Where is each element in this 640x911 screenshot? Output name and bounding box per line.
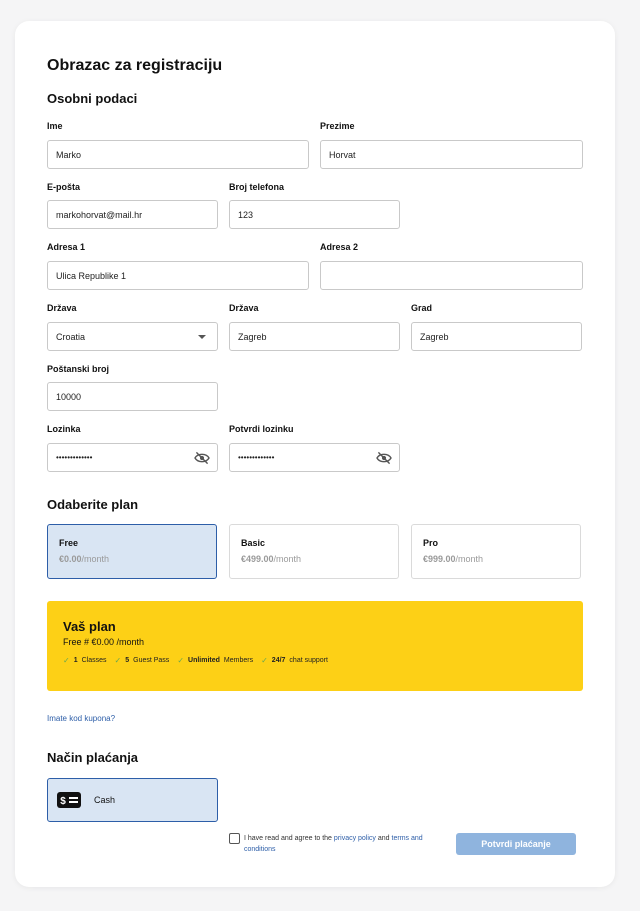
- plan-name: Pro: [423, 538, 439, 548]
- confirm-password-label: Potvrdi lozinku: [229, 424, 294, 434]
- country-label: Država: [47, 303, 77, 313]
- city-value: Zagreb: [420, 331, 449, 342]
- plan-card-pro[interactable]: Pro €999.00/month: [411, 524, 581, 579]
- plans-title: Odaberite plan: [47, 497, 139, 512]
- state-label: Država: [229, 303, 259, 313]
- phone-label: Broj telefona: [229, 182, 285, 192]
- plan-name: Basic: [241, 538, 266, 548]
- last-name-value: Horvat: [329, 149, 356, 160]
- plan-price: €499.00/month: [241, 554, 302, 564]
- check-icon: ✓: [63, 656, 70, 665]
- payment-title: Način plaćanja: [47, 750, 139, 765]
- state-input[interactable]: Zagreb: [229, 322, 400, 351]
- first-name-label: Ime: [47, 121, 63, 131]
- phone-input[interactable]: 123: [229, 200, 400, 229]
- check-icon: ✓: [114, 656, 122, 665]
- plan-summary: Vaš plan Free # €0.00 /month ✓ 1 Classes ✓…: [47, 601, 583, 691]
- plan-card-free[interactable]: Free €0.00/month: [47, 524, 217, 579]
- email-value: markohorvat@mail.hr: [56, 209, 143, 220]
- last-name-label: Prezime: [320, 121, 355, 131]
- summary-subtitle: Free # €0.00 /month: [63, 637, 145, 647]
- last-name-input[interactable]: Horvat: [320, 140, 583, 169]
- eye-off-icon[interactable]: [193, 451, 211, 465]
- plan-card-basic[interactable]: Basic €499.00/month: [229, 524, 399, 579]
- postal-value: 10000: [56, 391, 82, 402]
- password-label: Lozinka: [47, 424, 81, 434]
- plan-price: €999.00/month: [423, 554, 484, 564]
- feature-list: ✓ 1 Classes ✓ 5 Guest Pass ✓ Unlimited Members…: [63, 656, 583, 665]
- confirm-payment-button[interactable]: Potvrdi plaćanje: [456, 833, 576, 855]
- postal-label: Poštanski broj: [47, 364, 110, 374]
- phone-value: 123: [238, 209, 254, 220]
- password-value: •••••••••••••: [56, 453, 93, 462]
- privacy-policy-link[interactable]: privacy policy: [334, 835, 376, 842]
- postal-input[interactable]: 10000: [47, 382, 218, 411]
- check-icon: ✓: [177, 656, 185, 665]
- plan-price: €0.00/month: [59, 554, 110, 564]
- address1-value: Ulica Republike 1: [56, 270, 127, 281]
- svg-text:$: $: [60, 796, 66, 807]
- country-select[interactable]: Croatia: [47, 322, 218, 351]
- address1-label: Adresa 1: [47, 242, 86, 252]
- first-name-input[interactable]: Marko: [47, 140, 309, 169]
- address1-input[interactable]: Ulica Republike 1: [47, 261, 309, 290]
- first-name-value: Marko: [56, 149, 82, 160]
- feature-item: ✓ 5 Guest Pass: [114, 656, 170, 665]
- payment-method-cash[interactable]: $ Cash: [47, 778, 218, 822]
- feature-item: ✓ Unlimited Members: [177, 656, 254, 665]
- email-label: E-pošta: [47, 182, 81, 192]
- feature-item: ✓ 24/7 chat support: [261, 656, 328, 665]
- terms-checkbox[interactable]: [229, 833, 240, 844]
- address2-input[interactable]: [320, 261, 583, 290]
- state-value: Zagreb: [238, 331, 267, 342]
- feature-item: ✓ 1 Classes: [63, 656, 107, 665]
- email-input[interactable]: markohorvat@mail.hr: [47, 200, 218, 229]
- terms-text: I have read and agree to the privacy pol…: [244, 835, 423, 853]
- password-input[interactable]: •••••••••••••: [47, 443, 218, 472]
- eye-off-icon[interactable]: [375, 451, 393, 465]
- check-icon: ✓: [261, 656, 268, 665]
- payment-method-label: Cash: [94, 795, 116, 805]
- country-value: Croatia: [56, 331, 86, 342]
- address2-label: Adresa 2: [320, 242, 359, 252]
- section-personal-title: Osobni podaci: [47, 91, 138, 106]
- city-input[interactable]: Zagreb: [411, 322, 582, 351]
- confirm-password-input[interactable]: •••••••••••••: [229, 443, 400, 472]
- coupon-link[interactable]: Imate kod kupona?: [47, 714, 115, 723]
- summary-title: Vaš plan: [63, 619, 116, 634]
- chevron-down-icon: [198, 334, 206, 339]
- city-label: Grad: [411, 303, 433, 313]
- confirm-password-value: •••••••••••••: [238, 453, 275, 462]
- plan-name: Free: [59, 538, 79, 548]
- cash-icon: $: [57, 792, 81, 808]
- page-title: Obrazac za registraciju: [47, 57, 223, 74]
